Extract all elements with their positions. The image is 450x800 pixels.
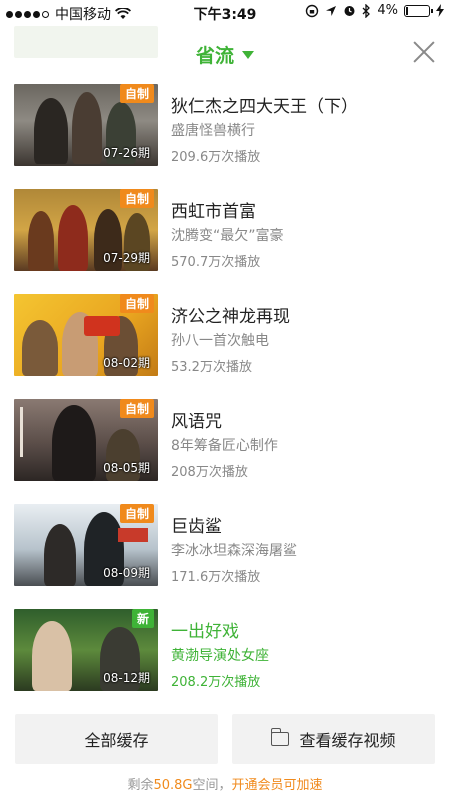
video-subtitle: 沈腾变“最欠”富豪 (171, 228, 284, 244)
video-subtitle: 黄渤导演处女座 (171, 648, 269, 664)
badge-self-made: 自制 (119, 504, 154, 523)
video-subtitle: 孙八一首次触电 (171, 333, 269, 349)
video-title: 狄仁杰之四大天王（下） (171, 97, 358, 117)
episode-date: 08-05期 (103, 461, 150, 475)
video-thumbnail: 新 08-12期 (14, 609, 158, 691)
video-item[interactable]: 自制 08-02期 济公之神龙再现 孙八一首次触电 53.2万次播放 (0, 294, 450, 378)
battery-icon (404, 4, 433, 17)
video-item[interactable]: 自制 08-09期 巨齿鲨 李冰冰坦森深海屠鲨 171.6万次播放 (0, 504, 450, 588)
location-icon (326, 5, 337, 16)
video-title: 巨齿鲨 (171, 517, 222, 537)
storage-info: 剩余50.8G空间，开通会员可加速 (0, 774, 450, 793)
view-downloads-button[interactable]: 查看缓存视频 (232, 714, 435, 764)
video-title: 一出好戏 (171, 622, 239, 642)
video-title: 西虹市首富 (171, 202, 256, 222)
video-subtitle: 8年筹备匠心制作 (171, 438, 278, 454)
video-thumbnail: 自制 08-05期 (14, 399, 158, 481)
battery-percent: 4% (377, 3, 398, 18)
badge-self-made: 自制 (119, 84, 154, 103)
video-thumbnail: 自制 08-02期 (14, 294, 158, 376)
close-button[interactable] (412, 40, 436, 64)
folder-icon (270, 728, 290, 746)
caret-down-icon (242, 51, 254, 59)
bluetooth-icon (362, 3, 371, 18)
video-thumbnail: 自制 07-29期 (14, 189, 158, 271)
video-title: 济公之神龙再现 (171, 307, 290, 327)
video-item[interactable]: 自制 07-29期 西虹市首富 沈腾变“最欠”富豪 570.7万次播放 (0, 189, 450, 273)
storage-suffix: 空间， (192, 778, 232, 793)
storage-amount: 50.8G (153, 778, 193, 793)
top-bar: 省流 (0, 26, 450, 82)
episode-date: 07-26期 (103, 146, 150, 160)
video-title: 风语咒 (171, 412, 222, 432)
play-count: 570.7万次播放 (171, 255, 261, 270)
video-item[interactable]: 自制 07-26期 狄仁杰之四大天王（下） 盛唐怪兽横行 209.6万次播放 (0, 84, 450, 168)
episode-date: 08-12期 (103, 671, 150, 685)
video-thumbnail: 自制 08-09期 (14, 504, 158, 586)
play-count: 171.6万次播放 (171, 570, 261, 585)
episode-date: 08-09期 (103, 566, 150, 580)
play-count: 53.2万次播放 (171, 360, 252, 375)
vip-upsell-link[interactable]: 开通会员可加速 (232, 778, 323, 793)
play-count: 208.2万次播放 (171, 675, 261, 690)
status-bar: 中国移动 下午3:49 4% (0, 0, 450, 26)
alarm-icon (344, 6, 355, 16)
view-downloads-label: 查看缓存视频 (299, 731, 396, 750)
download-all-label: 全部缓存 (84, 731, 149, 750)
download-all-button[interactable]: 全部缓存 (15, 714, 218, 764)
badge-new: 新 (131, 609, 154, 628)
badge-self-made: 自制 (119, 294, 154, 313)
episode-date: 07-29期 (103, 251, 150, 265)
video-subtitle: 盛唐怪兽横行 (171, 123, 255, 139)
badge-self-made: 自制 (119, 399, 154, 418)
play-count: 208万次播放 (171, 465, 248, 480)
rotation-lock-icon (306, 4, 319, 17)
video-item[interactable]: 自制 08-05期 风语咒 8年筹备匠心制作 208万次播放 (0, 399, 450, 483)
status-icons: 4% (305, 3, 444, 18)
episode-date: 08-02期 (103, 356, 150, 370)
video-thumbnail: 自制 07-26期 (14, 84, 158, 166)
quality-label: 省流 (195, 45, 234, 67)
badge-self-made: 自制 (119, 189, 154, 208)
storage-prefix: 剩余 (127, 778, 154, 793)
video-item[interactable]: 新 08-12期 一出好戏 黄渤导演处女座 208.2万次播放 (0, 609, 450, 693)
charging-icon (436, 4, 444, 17)
quality-selector[interactable]: 省流 (0, 41, 450, 68)
play-count: 209.6万次播放 (171, 150, 261, 165)
video-subtitle: 李冰冰坦森深海屠鲨 (171, 543, 297, 559)
